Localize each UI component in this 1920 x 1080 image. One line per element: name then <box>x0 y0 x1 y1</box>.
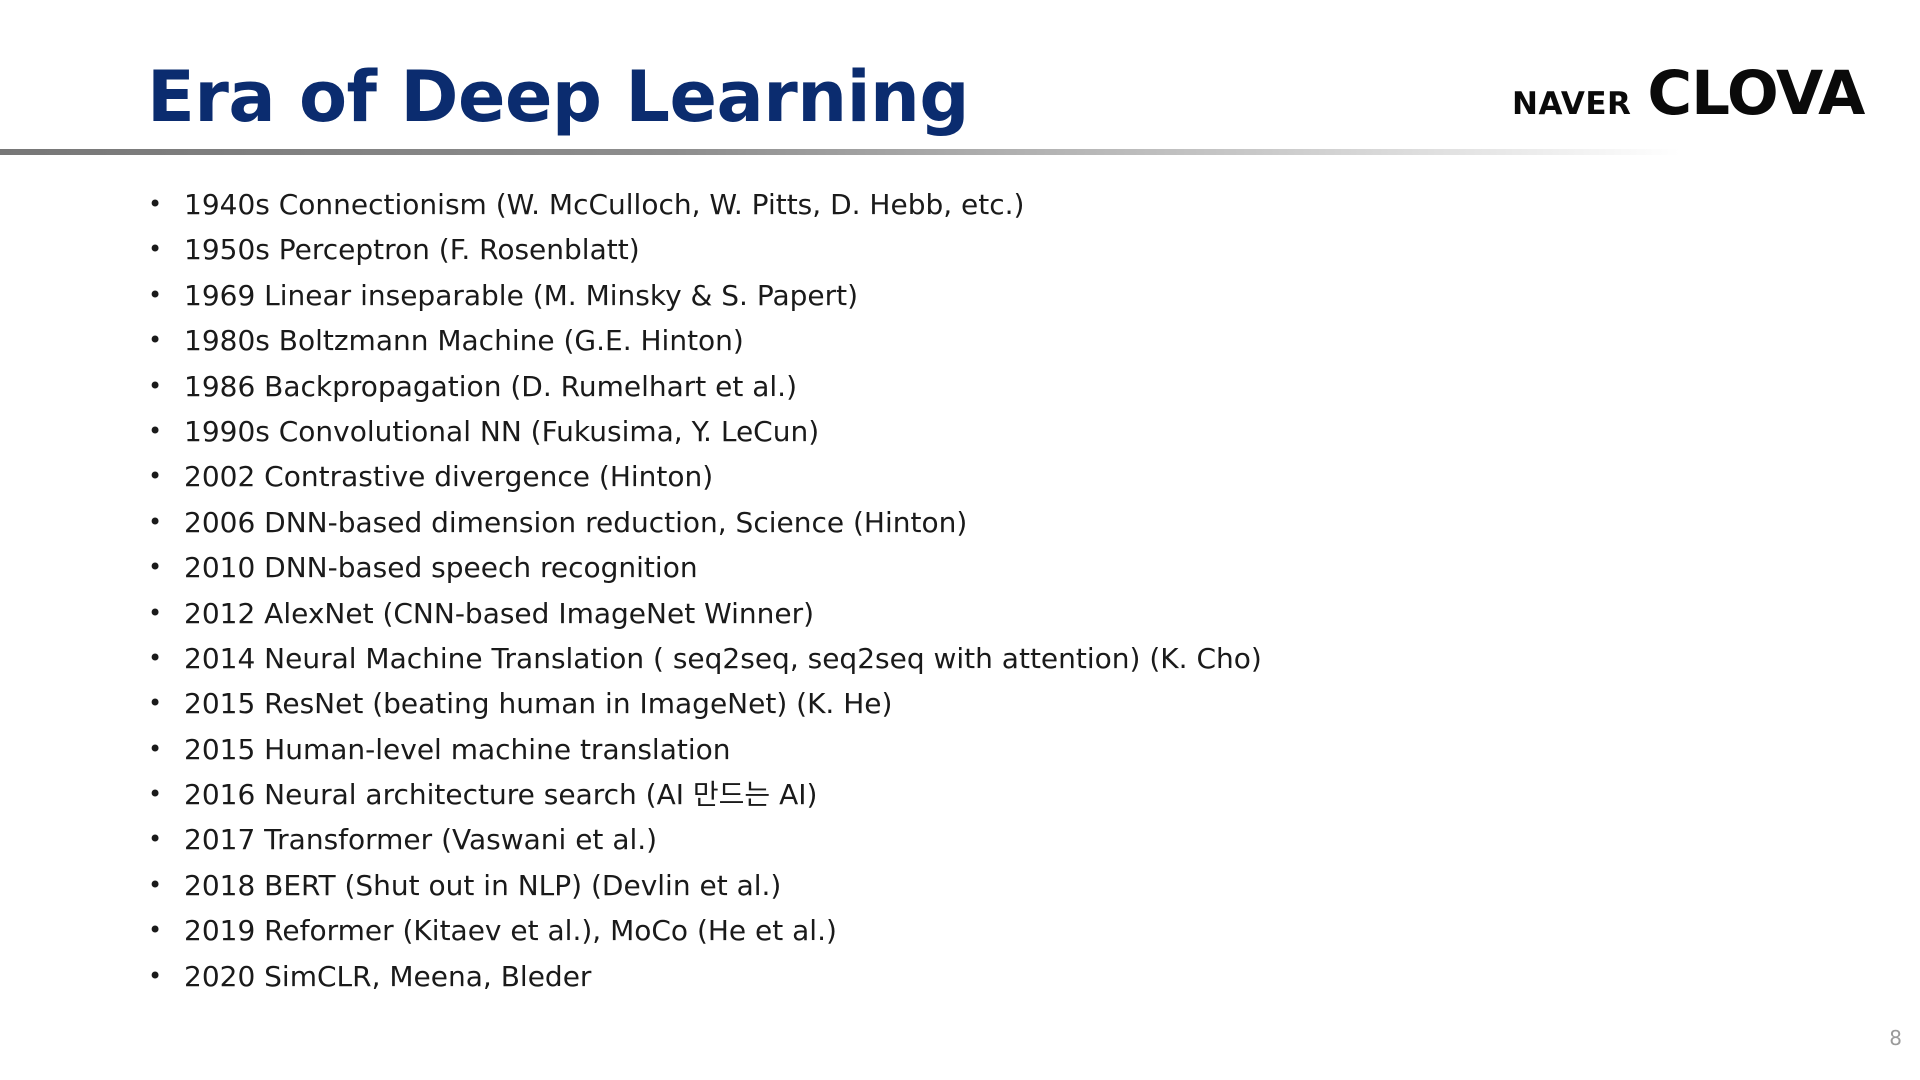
list-item-text: 2016 Neural architecture search (AI 만드는 … <box>184 778 818 812</box>
list-item: • 1969 Linear inseparable (M. Minsky & S.… <box>148 273 1262 318</box>
bullet-icon: • <box>148 916 163 945</box>
list-item-text: 2006 DNN-based dimension reduction, Scie… <box>184 505 968 539</box>
bullet-icon: • <box>148 643 163 672</box>
bullet-icon: • <box>148 462 163 491</box>
list-item-text: 2018 BERT (Shut out in NLP) (Devlin et a… <box>184 868 782 902</box>
naver-clova-logo: NAVER CLOVA <box>1512 58 1865 129</box>
list-item: • 1980s Boltzmann Machine (G.E. Hinton) <box>148 318 1262 363</box>
bullet-icon: • <box>148 235 163 264</box>
list-item: • 1950s Perceptron (F. Rosenblatt) <box>148 227 1262 272</box>
list-item-text: 2015 Human-level machine translation <box>184 732 731 766</box>
list-item-text: 2010 DNN-based speech recognition <box>184 551 698 585</box>
list-item-text: 1969 Linear inseparable (M. Minsky & S. … <box>184 278 859 312</box>
list-item-text: 1940s Connectionism (W. McCulloch, W. Pi… <box>184 188 1025 221</box>
list-item-text: 1980s Boltzmann Machine (G.E. Hinton) <box>184 324 744 358</box>
list-item: • 1990s Convolutional NN (Fukusima, Y. Le… <box>148 409 1262 454</box>
list-item: • 2002 Contrastive divergence (Hinton) <box>148 454 1262 499</box>
list-item: • 2006 DNN-based dimension reduction, Sci… <box>148 500 1262 545</box>
list-item-text: 2012 AlexNet (CNN-based ImageNet Winner) <box>184 596 815 630</box>
bullet-icon: • <box>148 689 163 718</box>
bullet-icon: • <box>148 825 163 854</box>
list-item-text: 2017 Transformer (Vaswani et al.) <box>184 823 658 857</box>
bullet-icon: • <box>148 780 163 809</box>
list-item-text: 1990s Convolutional NN (Fukusima, Y. LeC… <box>184 414 820 448</box>
list-item-text: 1986 Backpropagation (D. Rumelhart et al… <box>184 369 798 403</box>
bullet-icon: • <box>148 280 163 309</box>
logo-clova-text: CLOVA <box>1647 58 1865 129</box>
logo-naver-text: NAVER <box>1512 86 1632 122</box>
list-item: • 2017 Transformer (Vaswani et al.) <box>148 817 1262 862</box>
bullet-icon: • <box>148 416 163 445</box>
list-item: • 2014 Neural Machine Translation ( seq2s… <box>148 636 1262 681</box>
list-item: • 2010 DNN-based speech recognition <box>148 545 1262 590</box>
list-item: • 2019 Reformer (Kitaev et al.), MoCo (He… <box>148 908 1262 953</box>
list-item: • 2018 BERT (Shut out in NLP) (Devlin et … <box>148 863 1262 908</box>
bullet-icon: • <box>148 598 163 627</box>
list-item: • 1940s Connectionism (W. McCulloch, W. P… <box>148 182 1262 227</box>
title-divider <box>0 149 1680 155</box>
bullet-icon: • <box>148 190 163 218</box>
bullet-icon: • <box>148 507 163 536</box>
timeline-list: • 1940s Connectionism (W. McCulloch, W. P… <box>148 182 1262 999</box>
list-item-text: 2020 SimCLR, Meena, Bleder <box>184 959 592 993</box>
slide-title: Era of Deep Learning <box>147 56 970 138</box>
page-number: 8 <box>1889 1026 1902 1050</box>
list-item-text: 2014 Neural Machine Translation ( seq2se… <box>184 641 1262 675</box>
list-item: • 2020 SimCLR, Meena, Bleder <box>148 954 1262 999</box>
bullet-icon: • <box>148 326 163 355</box>
list-item-text: 1950s Perceptron (F. Rosenblatt) <box>184 233 640 267</box>
list-item: • 2015 Human-level machine translation <box>148 727 1262 772</box>
list-item-text: 2015 ResNet (beating human in ImageNet) … <box>184 687 893 721</box>
bullet-icon: • <box>148 371 163 400</box>
bullet-icon: • <box>148 734 163 763</box>
list-item: • 2012 AlexNet (CNN-based ImageNet Winner… <box>148 591 1262 636</box>
list-item-text: 2019 Reformer (Kitaev et al.), MoCo (He … <box>184 914 837 948</box>
list-item: • 1986 Backpropagation (D. Rumelhart et a… <box>148 364 1262 409</box>
list-item-text: 2002 Contrastive divergence (Hinton) <box>184 460 714 494</box>
list-item: • 2016 Neural architecture search (AI 만드는… <box>148 772 1262 817</box>
slide: Era of Deep Learning NAVER CLOVA • 1940s … <box>0 0 1920 1080</box>
bullet-icon: • <box>148 961 163 990</box>
bullet-icon: • <box>148 870 163 899</box>
bullet-icon: • <box>148 553 163 582</box>
list-item: • 2015 ResNet (beating human in ImageNet)… <box>148 681 1262 726</box>
